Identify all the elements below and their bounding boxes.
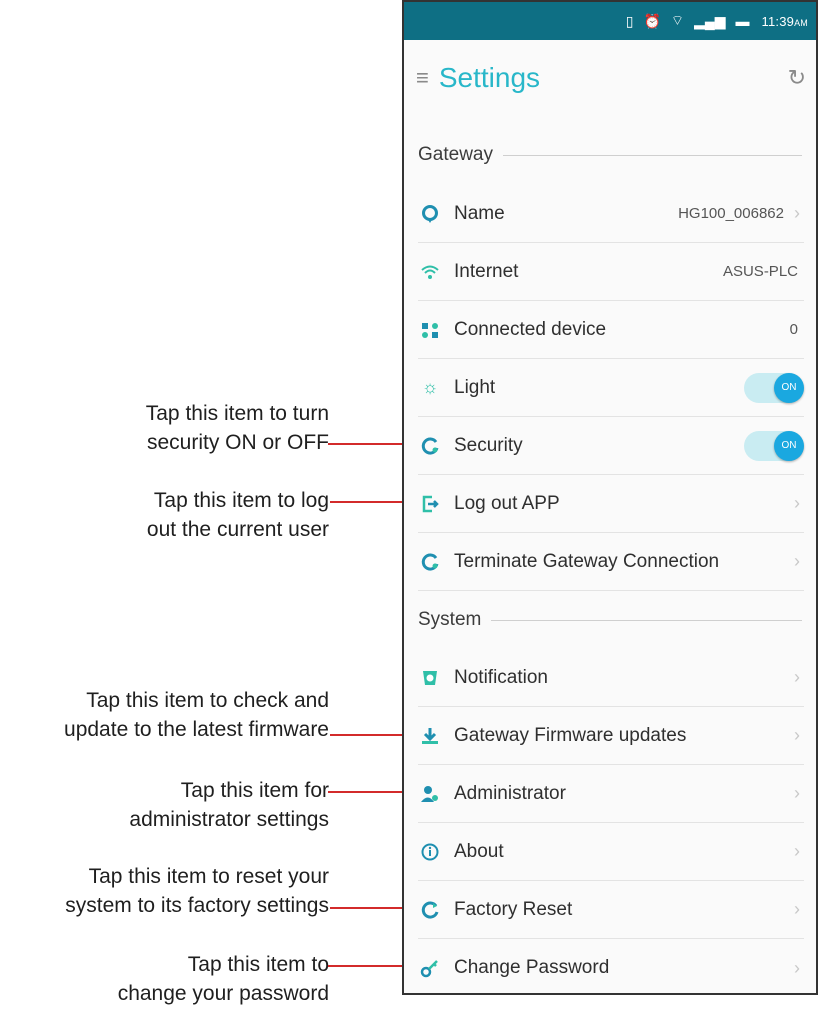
shield-icon [418, 434, 442, 458]
callout-security: Tap this item to turn security ON or OFF [145, 402, 329, 454]
section-divider [502, 154, 802, 156]
row-notification[interactable]: Notification › [418, 649, 804, 707]
signal-icon: ▂▄▆ [694, 12, 726, 29]
light-toggle[interactable]: ON [744, 372, 804, 403]
disconnect-icon [418, 550, 442, 574]
phone-screen: ▯ ⏰ ⌔ ▂▄▆ ▬ 11:39AM ≡ Settings ↻ Gateway… [402, 0, 818, 995]
vibrate-icon: ▯ [625, 12, 634, 29]
admin-icon [418, 782, 442, 806]
row-terminate-connection[interactable]: Terminate Gateway Connection › [418, 533, 804, 591]
wifi-icon: ⌔ [670, 12, 685, 28]
wifi-icon [418, 260, 442, 284]
row-factory-reset[interactable]: Factory Reset › [418, 881, 804, 939]
chevron-right-icon: › [794, 841, 800, 861]
download-icon [418, 724, 442, 748]
chevron-right-icon: › [794, 667, 800, 687]
chevron-right-icon: › [794, 783, 800, 803]
status-icons: ▯ ⏰ ⌔ ▂▄▆ ▬ [626, 12, 750, 30]
chevron-right-icon: › [794, 957, 800, 978]
row-about[interactable]: About › [418, 823, 804, 881]
row-connected-device[interactable]: Connected device 0 [418, 301, 804, 359]
refresh-icon[interactable]: ↻ [788, 65, 806, 91]
info-icon [418, 840, 442, 864]
row-firmware-updates[interactable]: Gateway Firmware updates › [418, 707, 804, 765]
chevron-right-icon: › [794, 493, 800, 513]
chevron-right-icon: › [794, 551, 800, 571]
row-light[interactable]: ☼ Light ON [418, 359, 804, 417]
row-administrator[interactable]: Administrator › [418, 765, 804, 823]
chevron-right-icon: › [794, 725, 800, 745]
notification-icon [418, 666, 442, 690]
chevron-right-icon: › [794, 203, 800, 223]
status-time: 11:39AM [761, 13, 808, 29]
row-security[interactable]: Security ON [418, 417, 804, 475]
section-system: System [418, 605, 802, 635]
callout-admin: Tap this item for administrator settings [129, 779, 329, 831]
row-name[interactable]: Name HG100_006862 › [418, 185, 804, 243]
callout-password: Tap this item to change your password [117, 953, 329, 1005]
row-logout[interactable]: Log out APP › [418, 475, 804, 533]
location-icon [418, 202, 442, 226]
callout-firmware: Tap this item to check and update to the… [64, 689, 329, 741]
status-bar: ▯ ⏰ ⌔ ▂▄▆ ▬ 11:39AM [404, 2, 816, 40]
callout-logout: Tap this item to log out the current use… [146, 489, 329, 541]
battery-icon: ▬ [735, 13, 750, 29]
menu-icon[interactable]: ≡ [416, 65, 429, 91]
app-bar: ≡ Settings ↻ [404, 40, 816, 116]
section-gateway: Gateway [418, 140, 802, 170]
page-title: Settings [438, 62, 541, 93]
key-icon [418, 956, 442, 980]
row-internet[interactable]: Internet ASUS-PLC [418, 243, 804, 301]
sun-icon: ☼ [421, 377, 439, 397]
reset-icon [418, 898, 442, 922]
callout-reset: Tap this item to reset your system to it… [65, 865, 329, 917]
logout-icon [418, 492, 442, 516]
row-change-password[interactable]: Change Password › [418, 939, 804, 993]
security-toggle[interactable]: ON [744, 430, 804, 461]
section-divider [491, 619, 802, 621]
chevron-right-icon: › [794, 899, 800, 919]
devices-icon [418, 318, 442, 342]
alarm-icon: ⏰ [643, 12, 661, 29]
